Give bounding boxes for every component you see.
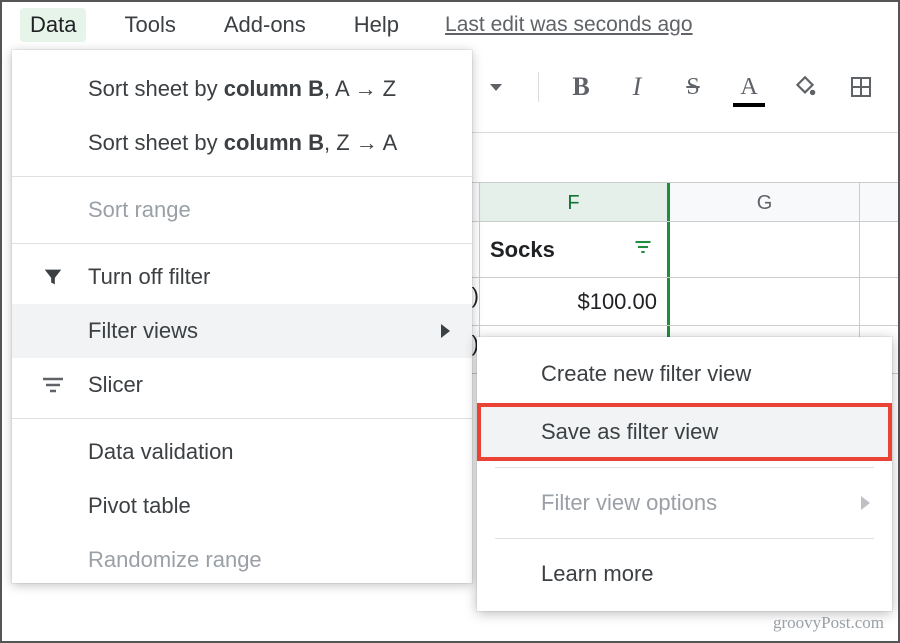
submenu-separator	[495, 467, 874, 468]
sort-az-label: Sort sheet by column B, A → Z	[88, 76, 396, 102]
submenu-arrow-icon	[441, 324, 450, 338]
submenu-arrow-icon	[861, 496, 870, 510]
menu-randomize-range: Randomize range	[12, 533, 472, 575]
last-edit-link[interactable]: Last edit was seconds ago	[445, 13, 693, 37]
menu-pivot-table[interactable]: Pivot table	[12, 479, 472, 533]
menu-data-validation[interactable]: Data validation	[12, 425, 472, 479]
column-header-g[interactable]: G	[670, 183, 860, 221]
sort-za-label: Sort sheet by column B, Z → A	[88, 130, 397, 156]
menu-sort-range: Sort range	[12, 183, 472, 237]
save-as-filter-view-label: Save as filter view	[541, 419, 718, 444]
slicer-label: Slicer	[88, 372, 143, 398]
submenu-learn-more[interactable]: Learn more	[477, 545, 892, 603]
menu-turn-off-filter[interactable]: Turn off filter	[12, 250, 472, 304]
menu-separator	[12, 176, 472, 177]
filter-view-options-label: Filter view options	[541, 490, 717, 515]
menu-separator	[12, 418, 472, 419]
text-color-button[interactable]: A	[735, 73, 763, 101]
turn-off-filter-label: Turn off filter	[88, 264, 210, 290]
data-validation-label: Data validation	[88, 439, 234, 465]
column-header-f[interactable]: F	[480, 183, 670, 221]
menu-filter-views[interactable]: Filter views	[12, 304, 472, 358]
pivot-table-label: Pivot table	[88, 493, 191, 519]
menu-data[interactable]: Data	[20, 8, 86, 42]
menu-sort-za[interactable]: Sort sheet by column B, Z → A	[12, 116, 472, 170]
strikethrough-button[interactable]: S	[679, 73, 707, 101]
toolbar-divider	[538, 72, 539, 102]
menu-addons[interactable]: Add-ons	[214, 8, 316, 42]
menu-tools[interactable]: Tools	[114, 8, 185, 42]
menu-help[interactable]: Help	[344, 8, 409, 42]
randomize-label: Randomize range	[88, 547, 262, 573]
sort-range-label: Sort range	[88, 197, 191, 223]
learn-more-label: Learn more	[541, 561, 654, 586]
cell-f-row1[interactable]: $100.00	[480, 278, 670, 325]
fill-color-button[interactable]	[791, 73, 819, 101]
menu-sort-az[interactable]: Sort sheet by column B, A → Z	[12, 62, 472, 116]
cell-g-header[interactable]	[670, 222, 860, 277]
watermark: groovyPost.com	[773, 613, 884, 633]
toolbar-rule	[470, 132, 898, 133]
cell-g-row1[interactable]	[670, 278, 860, 325]
data-dropdown: Sort sheet by column B, A → Z Sort sheet…	[12, 50, 472, 583]
filter-icon[interactable]	[633, 226, 653, 274]
cell-f-header[interactable]: Socks	[480, 222, 670, 277]
filter-views-label: Filter views	[88, 318, 198, 344]
italic-button[interactable]: I	[623, 73, 651, 101]
column-headers: F G	[470, 182, 898, 222]
menu-separator	[12, 243, 472, 244]
bold-button[interactable]: B	[567, 73, 595, 101]
submenu-filter-view-options: Filter view options	[477, 474, 892, 532]
menu-bar: Data Tools Add-ons Help Last edit was se…	[2, 2, 898, 48]
submenu-create-filter-view[interactable]: Create new filter view	[477, 345, 892, 403]
cell-f-header-text: Socks	[490, 226, 555, 274]
funnel-icon	[36, 266, 70, 288]
more-dropdown-icon[interactable]	[482, 73, 510, 101]
menu-slicer[interactable]: Slicer	[12, 358, 472, 412]
slicer-icon	[36, 375, 70, 395]
filter-views-submenu: Create new filter view Save as filter vi…	[477, 337, 892, 611]
submenu-separator	[495, 538, 874, 539]
format-toolbar: B I S A	[482, 72, 900, 102]
borders-button[interactable]	[847, 73, 875, 101]
submenu-save-as-filter-view[interactable]: Save as filter view	[477, 403, 892, 461]
create-filter-view-label: Create new filter view	[541, 361, 751, 386]
